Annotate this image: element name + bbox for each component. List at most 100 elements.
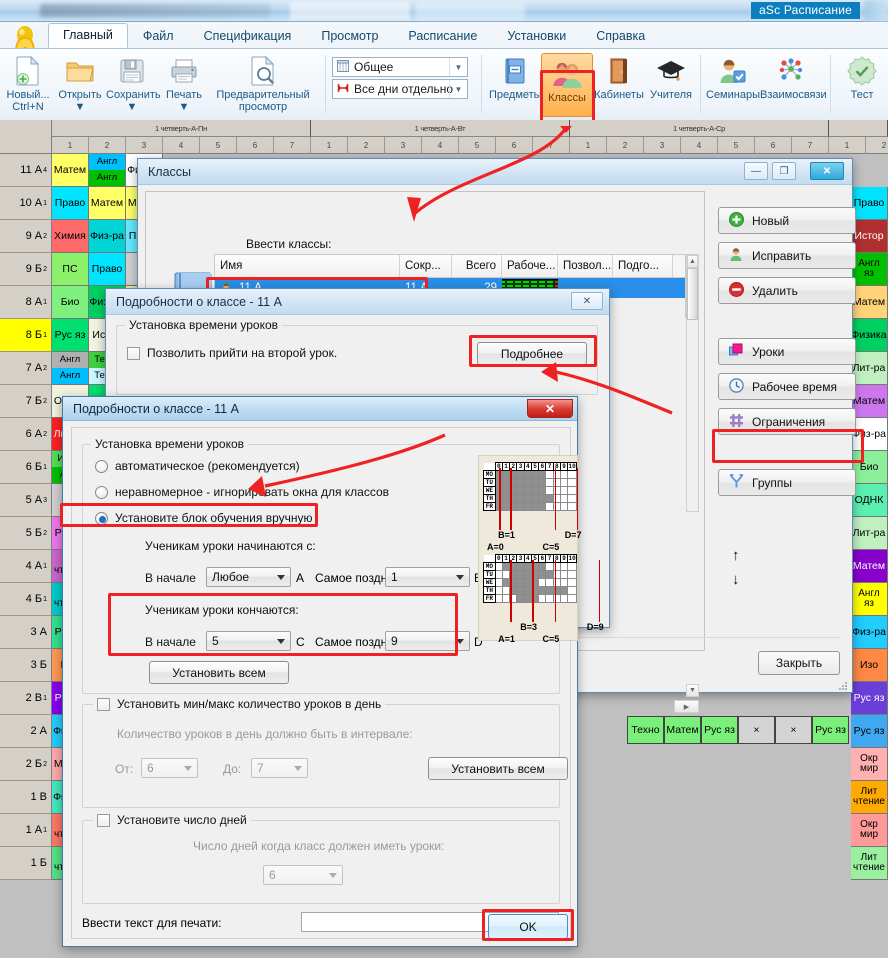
ribbon-tab-help[interactable]: Справка bbox=[581, 24, 660, 48]
class-row-label[interactable]: 6 А2 bbox=[0, 418, 52, 451]
days-checkbox[interactable] bbox=[97, 814, 110, 827]
column-header-name[interactable]: Имя bbox=[215, 255, 400, 277]
class-row-label[interactable]: 5 Б2 bbox=[0, 517, 52, 550]
class-row-label[interactable]: 6 Б1 bbox=[0, 451, 52, 484]
ribbon-button-print-dropdown[interactable]: ▼ bbox=[158, 101, 210, 113]
lessons-button[interactable]: Уроки bbox=[718, 338, 856, 365]
right-column-cell[interactable]: Физика bbox=[851, 319, 888, 352]
timetable-cell[interactable]: ПС bbox=[52, 253, 89, 286]
classes-close-button[interactable]: Закрыть bbox=[758, 651, 840, 675]
scroll-thumb[interactable] bbox=[687, 268, 698, 320]
start-lead-combo[interactable]: Любое bbox=[206, 567, 291, 587]
ribbon-tab-timetable[interactable]: Расписание bbox=[393, 24, 492, 48]
bottom-strip-cell[interactable]: Рус яз bbox=[701, 716, 738, 744]
class-row-label[interactable]: 5 А3 bbox=[0, 484, 52, 517]
class-row-label[interactable]: 1 В bbox=[0, 781, 52, 814]
close-icon-main[interactable]: ✕ bbox=[527, 399, 573, 418]
radio-uneven[interactable] bbox=[95, 486, 108, 499]
bottom-strip-cell[interactable]: Рус яз bbox=[812, 716, 849, 744]
bottom-strip-cell[interactable]: × bbox=[775, 716, 812, 744]
ribbon-button-subjects[interactable]: Предметы bbox=[489, 53, 541, 101]
ribbon-button-save[interactable]: Сохранить ▼ bbox=[106, 53, 158, 113]
minmax-from-combo[interactable]: 6 bbox=[141, 758, 198, 778]
days-mode-combo[interactable]: Все дни отдельно ▼ bbox=[332, 79, 468, 99]
right-column-cell[interactable]: Матем bbox=[851, 286, 888, 319]
column-header-total[interactable]: Всего bbox=[452, 255, 502, 277]
chevron-down-icon-2[interactable]: ▼ bbox=[449, 80, 467, 98]
move-down-arrow-icon[interactable]: ↓ bbox=[732, 571, 740, 588]
column-header-working[interactable]: Рабоче... bbox=[502, 255, 558, 277]
days-checkbox-row[interactable]: Установите число дней bbox=[93, 813, 251, 827]
ribbon-button-relations[interactable]: Взаимосвязи bbox=[760, 53, 822, 101]
class-row-label[interactable]: 11 А4 bbox=[0, 154, 52, 187]
ribbon-tab-main[interactable]: Главный bbox=[48, 23, 128, 48]
class-row-label[interactable]: 7 А2 bbox=[0, 352, 52, 385]
class-row-label[interactable]: 4 Б1 bbox=[0, 583, 52, 616]
timetable-cell[interactable]: Химия bbox=[52, 220, 89, 253]
radio-manual[interactable] bbox=[95, 512, 108, 525]
ribbon-tab-specification[interactable]: Спецификация bbox=[189, 24, 307, 48]
right-column-cell[interactable]: ОДНК bbox=[851, 484, 888, 517]
ribbon-button-seminars[interactable]: Семинары bbox=[706, 53, 758, 101]
minmax-checkbox[interactable] bbox=[97, 698, 110, 711]
right-column-cell[interactable]: Матем bbox=[851, 385, 888, 418]
days-count-combo[interactable]: 6 bbox=[263, 865, 343, 885]
column-header-prepared[interactable]: Подго... bbox=[613, 255, 673, 277]
end-latest-combo[interactable]: 9 bbox=[385, 631, 470, 651]
column-header-short[interactable]: Сокр... bbox=[400, 255, 452, 277]
right-column-cell[interactable]: Англяз bbox=[851, 583, 888, 616]
working-time-button[interactable]: Рабочее время bbox=[718, 373, 856, 400]
ribbon-tab-settings[interactable]: Установки bbox=[492, 24, 581, 48]
classes-table-scrollbar[interactable]: ▲ bbox=[686, 254, 699, 512]
right-column-cell[interactable]: Окрмир bbox=[851, 748, 888, 781]
chevron-down-icon-start-latest[interactable] bbox=[456, 575, 464, 580]
ribbon-tab-file[interactable]: Файл bbox=[128, 24, 189, 48]
classes-scroll-down-zone[interactable]: ▼ bbox=[686, 684, 699, 697]
timetable-cell[interactable]: Рус яз bbox=[52, 319, 89, 352]
ribbon-button-teachers[interactable]: Учителя bbox=[645, 53, 697, 101]
view-mode-combo[interactable]: Общее ▼ bbox=[332, 57, 468, 77]
chevron-down-icon[interactable]: ▼ bbox=[449, 58, 467, 76]
right-column-cell[interactable]: Рус яз bbox=[851, 715, 888, 748]
ribbon-button-open-dropdown[interactable]: ▼ bbox=[54, 101, 106, 113]
ribbon-button-classrooms[interactable]: Кабинеты bbox=[593, 53, 645, 101]
timetable-cell[interactable]: Право bbox=[89, 253, 126, 286]
ribbon-tab-view[interactable]: Просмотр bbox=[306, 24, 393, 48]
right-column-cell[interactable]: Литчтение bbox=[851, 781, 888, 814]
minimize-icon[interactable]: — bbox=[744, 162, 768, 180]
ribbon-button-save-dropdown[interactable]: ▼ bbox=[106, 101, 158, 113]
second-lesson-checkbox[interactable] bbox=[127, 347, 140, 360]
radio-manual-row[interactable]: Установите блок обучения вручную bbox=[95, 511, 313, 525]
timetable-cell[interactable]: Био bbox=[52, 286, 89, 319]
chevron-down-icon-start-lead[interactable] bbox=[277, 575, 285, 580]
class-row-label[interactable]: 9 Б2 bbox=[0, 253, 52, 286]
right-column-cell[interactable]: Англяз bbox=[851, 253, 888, 286]
edit-class-button[interactable]: Исправить bbox=[718, 242, 856, 269]
right-column-cell[interactable]: Окрмир bbox=[851, 814, 888, 847]
scroll-right-icon[interactable]: ▶ bbox=[674, 700, 699, 713]
class-row-label[interactable]: 8 А1 bbox=[0, 286, 52, 319]
right-column-cell[interactable]: Матем bbox=[851, 550, 888, 583]
ok-button[interactable]: OK bbox=[488, 914, 568, 939]
close-icon-small[interactable]: ✕ bbox=[571, 292, 603, 310]
move-up-arrow-icon[interactable]: ↑ bbox=[732, 547, 740, 564]
radio-uneven-row[interactable]: неравномерное - игнорировать окна для кл… bbox=[95, 485, 389, 499]
ribbon-button-print-preview[interactable]: Предварительный просмотр bbox=[208, 53, 318, 113]
class-row-label[interactable]: 2 А bbox=[0, 715, 52, 748]
class-row-label[interactable]: 1 Б bbox=[0, 847, 52, 880]
constraints-button[interactable]: Ограничения bbox=[718, 408, 856, 435]
right-column-cell[interactable]: Био bbox=[851, 451, 888, 484]
chevron-down-icon-end-latest[interactable] bbox=[456, 639, 464, 644]
minmax-to-combo[interactable]: 7 bbox=[251, 758, 308, 778]
delete-class-button[interactable]: Удалить bbox=[718, 277, 856, 304]
chevron-down-icon-end-lead[interactable] bbox=[277, 639, 285, 644]
class-row-label[interactable]: 3 Б bbox=[0, 649, 52, 682]
radio-automatic[interactable] bbox=[95, 460, 108, 473]
right-column-cell[interactable]: Физ-ра bbox=[851, 418, 888, 451]
class-row-label[interactable]: 2 Б2 bbox=[0, 748, 52, 781]
ribbon-button-classes[interactable]: Классы bbox=[541, 53, 593, 117]
right-column-cell[interactable]: Рус яз bbox=[851, 682, 888, 715]
chevron-down-icon-minmax-from[interactable] bbox=[184, 766, 192, 771]
right-column-cell[interactable]: Право bbox=[851, 187, 888, 220]
start-latest-combo[interactable]: 1 bbox=[385, 567, 470, 587]
